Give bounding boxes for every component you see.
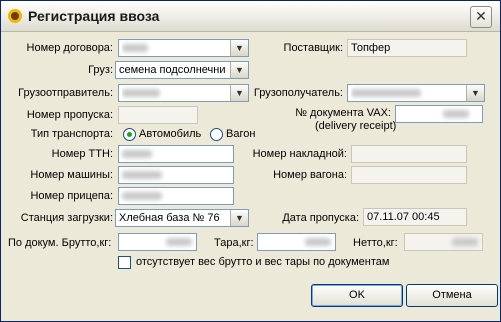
radio-auto-label[interactable]: Автомобиль [139,128,201,140]
chevron-down-icon[interactable]: ▼ [466,85,484,101]
trailer-label: Номер прицепа: [30,190,113,202]
contract-combo[interactable]: ▼ [118,39,249,57]
radio-wagon[interactable] [210,128,223,141]
pass-number-field [118,106,198,124]
pass-date-label: Дата пропуска: [282,212,359,224]
shipper-combo[interactable]: ▼ [118,84,249,102]
contract-label: Номер договора: [26,42,113,54]
chevron-down-icon[interactable]: ▼ [230,85,248,101]
station-combo[interactable]: Хлебная база № 76 ▼ [115,209,249,227]
sunflower-icon [8,9,22,23]
pass-date-field: 07.11.07 00:45 [363,208,467,226]
waybill-label: Номер накладной: [252,148,347,160]
contract-value [122,40,226,56]
tare-field[interactable] [257,233,336,251]
consignee-value [351,85,462,101]
cancel-button[interactable]: Отмена [406,284,498,307]
trailer-field[interactable] [118,187,234,205]
no-weight-checkbox[interactable] [118,256,131,269]
transport-type-label: Тип транспорта: [30,128,113,140]
ttn-field[interactable] [118,145,234,163]
close-button[interactable]: ✕ [470,6,492,28]
waybill-field [351,145,467,163]
chevron-down-icon[interactable]: ▼ [230,40,248,56]
net-label: Нетто,кг: [353,237,398,249]
consignee-combo[interactable]: ▼ [347,84,485,102]
title-bar[interactable]: Регистрация ввоза ✕ [1,1,500,32]
wagon-label: Номер вагона: [273,169,347,181]
supplier-label: Поставщик: [283,42,343,54]
shipper-label: Грузоотправитель: [18,87,113,99]
gross-label: По докум. Брутто,кг: [8,237,112,249]
consignee-label: Грузополучатель: [253,87,343,99]
vax-field[interactable] [395,105,483,123]
supplier-field: Топфер [347,39,467,57]
window-title: Регистрация ввоза [28,8,160,24]
station-value: Хлебная база № 76 [119,212,220,224]
pass-number-label: Номер пропуска: [26,109,113,121]
radio-wagon-label[interactable]: Вагон [226,128,255,140]
cargo-value: семена подсолнечни [119,64,226,76]
ttn-label: Номер ТТН: [51,148,113,160]
car-field[interactable] [118,166,234,184]
station-label: Станция загрузки: [20,212,113,224]
gross-field[interactable] [118,233,197,251]
car-label: Номер машины: [30,169,113,181]
close-icon: ✕ [475,8,487,24]
radio-auto[interactable] [123,128,136,141]
dialog-window: Регистрация ввоза ✕ Номер договора: ▼ По… [0,0,501,322]
cargo-combo[interactable]: семена подсолнечни ▼ [115,61,249,79]
no-weight-label[interactable]: отсутствует вес брутто и вес тары по док… [136,256,389,268]
chevron-down-icon[interactable]: ▼ [230,62,248,78]
net-field [404,233,483,251]
vax-sublabel: (delivery receipt) [315,120,397,132]
wagon-field [351,166,467,184]
chevron-down-icon[interactable]: ▼ [230,210,248,226]
vax-label: № документа VAX: [295,107,391,119]
shipper-value [122,85,226,101]
ok-button[interactable]: OK [311,284,403,307]
tare-label: Тара,кг: [214,237,254,249]
cargo-label: Груз: [88,64,113,76]
